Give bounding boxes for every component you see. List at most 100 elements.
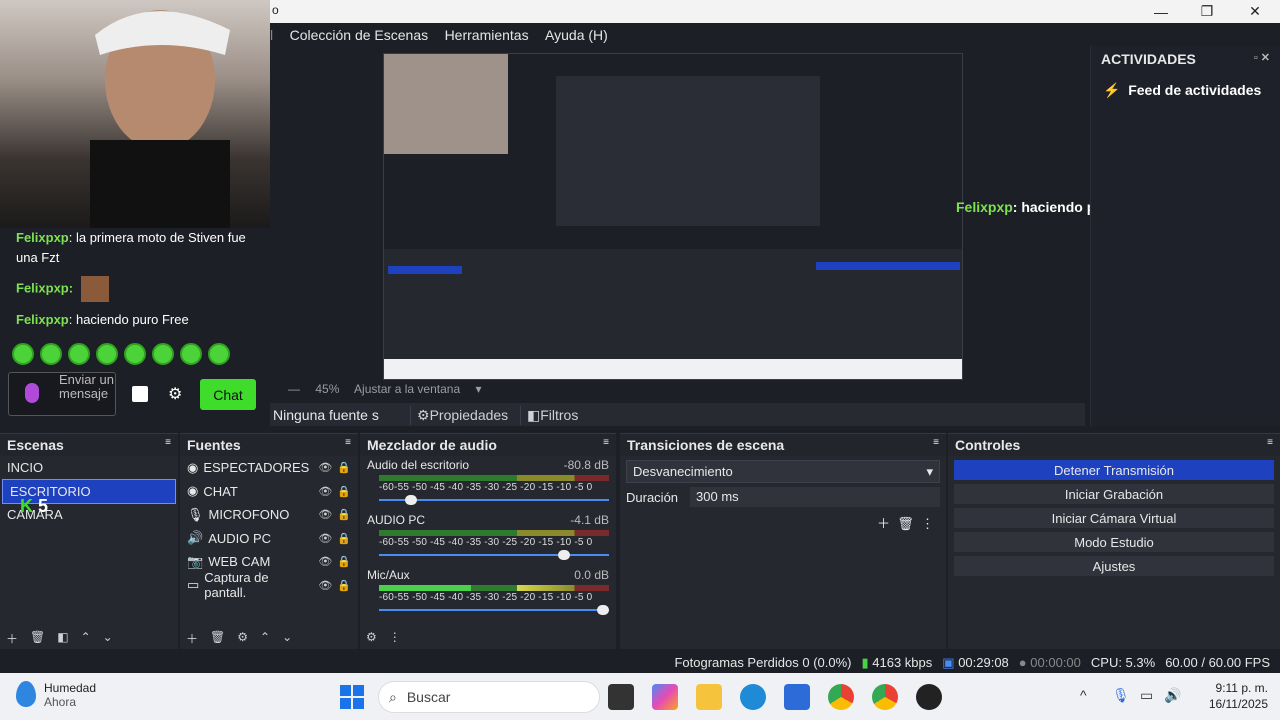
add-icon[interactable]: ＋ [186,630,198,646]
lock-icon[interactable]: 🔒 [337,532,351,545]
minimize-icon[interactable]: — [1138,0,1184,23]
dock-controls-icon[interactable]: ▫ ✕ [1254,51,1270,67]
emote-icon[interactable] [124,343,146,365]
eye-icon[interactable]: 👁 [318,532,332,545]
emote-icon[interactable] [40,343,62,365]
add-icon[interactable]: ＋ [6,630,18,646]
obs-icon[interactable] [916,684,942,710]
speaker-icon: 🔊 [187,530,204,546]
chat-username: Felixpxp [16,230,69,245]
gear-icon[interactable]: ⚙ [168,384,182,404]
source-item[interactable]: 🎙 MICROFONO 👁 🔒 [180,503,358,527]
source-item[interactable]: 🔊 AUDIO PC 👁 🔒 [180,527,358,551]
network-icon[interactable]: ▭ [1140,687,1153,704]
dock-menu-icon[interactable]: ≡ [165,437,171,453]
volume-icon[interactable]: 🔊 [1164,687,1181,704]
filters-button[interactable]: ◧Filtros [520,406,584,425]
start-virtual-camera-button[interactable]: Iniciar Cámara Virtual [954,508,1274,528]
taskbar-search[interactable]: ⌕ Buscar [378,681,600,713]
filter-icon: ◧ [527,407,541,423]
fit-window-label[interactable]: Ajustar a la ventana [354,382,460,396]
store-icon[interactable] [784,684,810,710]
clock[interactable]: 9:11 p. m. 16/11/2025 [1209,680,1268,712]
settings-button[interactable]: Ajustes [954,556,1274,576]
volume-slider[interactable] [379,550,609,560]
store-icon[interactable] [132,386,148,402]
eye-icon[interactable]: 👁 [318,555,332,568]
gear-icon[interactable]: ⚙ [237,630,248,646]
copilot-icon[interactable] [652,684,678,710]
more-icon[interactable]: ⋮ [389,630,401,646]
dock-menu-icon[interactable]: ≡ [933,437,939,453]
studio-mode-button[interactable]: Modo Estudio [954,532,1274,552]
program-preview[interactable] [383,53,963,380]
gear-icon[interactable]: ⚙ [366,630,377,646]
source-item[interactable]: ◉ CHAT 👁 🔒 [180,480,358,504]
menu-scene-collection[interactable]: Colección de Escenas [284,23,435,43]
dock-menu-icon[interactable]: ≡ [345,437,351,453]
chat-send-button[interactable]: Chat [200,379,256,410]
activity-feed-label[interactable]: ⚡ Feed de actividades [1091,72,1280,109]
chat-input[interactable]: Enviar un mensaje [8,372,116,416]
scene-item[interactable]: INCIO [0,456,178,480]
up-icon[interactable]: ⌃ [260,630,270,646]
trash-icon[interactable]: 🗑 [30,630,45,646]
menu-help[interactable]: Ayuda (H) [539,23,614,43]
lock-icon[interactable]: 🔒 [337,579,351,592]
emote-icon[interactable] [152,343,174,365]
eye-icon[interactable]: 👁 [318,579,332,592]
maximize-icon[interactable]: ❐ [1184,0,1230,23]
activities-dock: ACTIVIDADES ▫ ✕ ⚡ Feed de actividades [1090,46,1280,426]
emote-icon[interactable] [68,343,90,365]
trash-icon[interactable]: 🗑 [210,630,225,646]
emote-icon[interactable] [208,343,230,365]
trash-icon[interactable]: 🗑 [897,516,914,531]
lock-icon[interactable]: 🔒 [337,461,351,474]
start-recording-button[interactable]: Iniciar Grabación [954,484,1274,504]
lock-icon[interactable]: 🔒 [337,555,351,568]
eye-icon[interactable]: 👁 [318,508,332,521]
duration-input[interactable]: 300 ms [690,487,940,507]
emote-icon[interactable] [12,343,34,365]
chevron-down-icon[interactable]: ⌄ [103,630,113,646]
microphone-icon[interactable]: 🎙 [1112,687,1130,704]
scenes-dock: Escenas ≡ INCIO ESCRITORIO CAMARA K 5 ＋ 🗑 ◧… [0,433,178,649]
terminal-icon[interactable] [608,684,634,710]
dock-menu-icon[interactable]: ≡ [603,437,609,453]
chevron-down-icon[interactable]: ⌄ [282,630,292,646]
start-icon[interactable] [340,685,364,709]
up-icon[interactable]: ⌃ [81,630,91,646]
more-icon[interactable]: ⋮ [921,516,934,531]
lock-icon[interactable]: 🔒 [337,485,351,498]
stop-streaming-button[interactable]: Detener Transmisión [954,460,1274,480]
properties-button[interactable]: ⚙Propiedades [410,406,514,425]
microphone-icon[interactable] [25,383,39,403]
chevron-up-icon[interactable]: ^ [1080,687,1087,703]
add-icon[interactable]: ＋ [877,516,890,531]
filter-icon[interactable]: ◧ [57,630,68,646]
record-time: ● 00:00:00 [1018,655,1081,670]
menu-tools[interactable]: Herramientas [439,23,535,43]
dock-menu-icon[interactable]: ≡ [1267,437,1273,453]
emote-icon[interactable] [96,343,118,365]
edge-icon[interactable] [740,684,766,710]
chrome-profile-icon[interactable] [872,684,898,710]
taskbar: Humedad Ahora ⌕ Buscar ^ 🎙 ▭ 🔊 9:11 p. m. … [0,673,1280,720]
eye-icon[interactable]: 👁 [318,485,332,498]
volume-slider[interactable] [379,605,609,615]
emote-icon[interactable] [180,343,202,365]
eye-icon[interactable]: 👁 [318,461,332,474]
status-bar: Fotogramas Perdidos 0 (0.0%) ▮ 4163 kbps… [0,653,1280,673]
source-item[interactable]: ◉ ESPECTADORES 👁 🔒 [180,456,358,480]
chrome-icon[interactable] [828,684,854,710]
weather-widget[interactable]: Humedad Ahora [16,681,96,709]
source-item[interactable]: ▭ Captura de pantall. 👁 🔒 [180,570,358,600]
humidity-icon [16,681,36,707]
close-icon[interactable]: ✕ [1232,0,1278,23]
chevron-down-icon[interactable]: ▾ [475,382,481,396]
lock-icon[interactable]: 🔒 [337,508,351,521]
folder-icon[interactable] [696,684,722,710]
volume-slider[interactable] [379,495,609,505]
transition-select[interactable]: Desvanecimiento ▾ [626,460,940,483]
volume-meter [379,530,609,536]
